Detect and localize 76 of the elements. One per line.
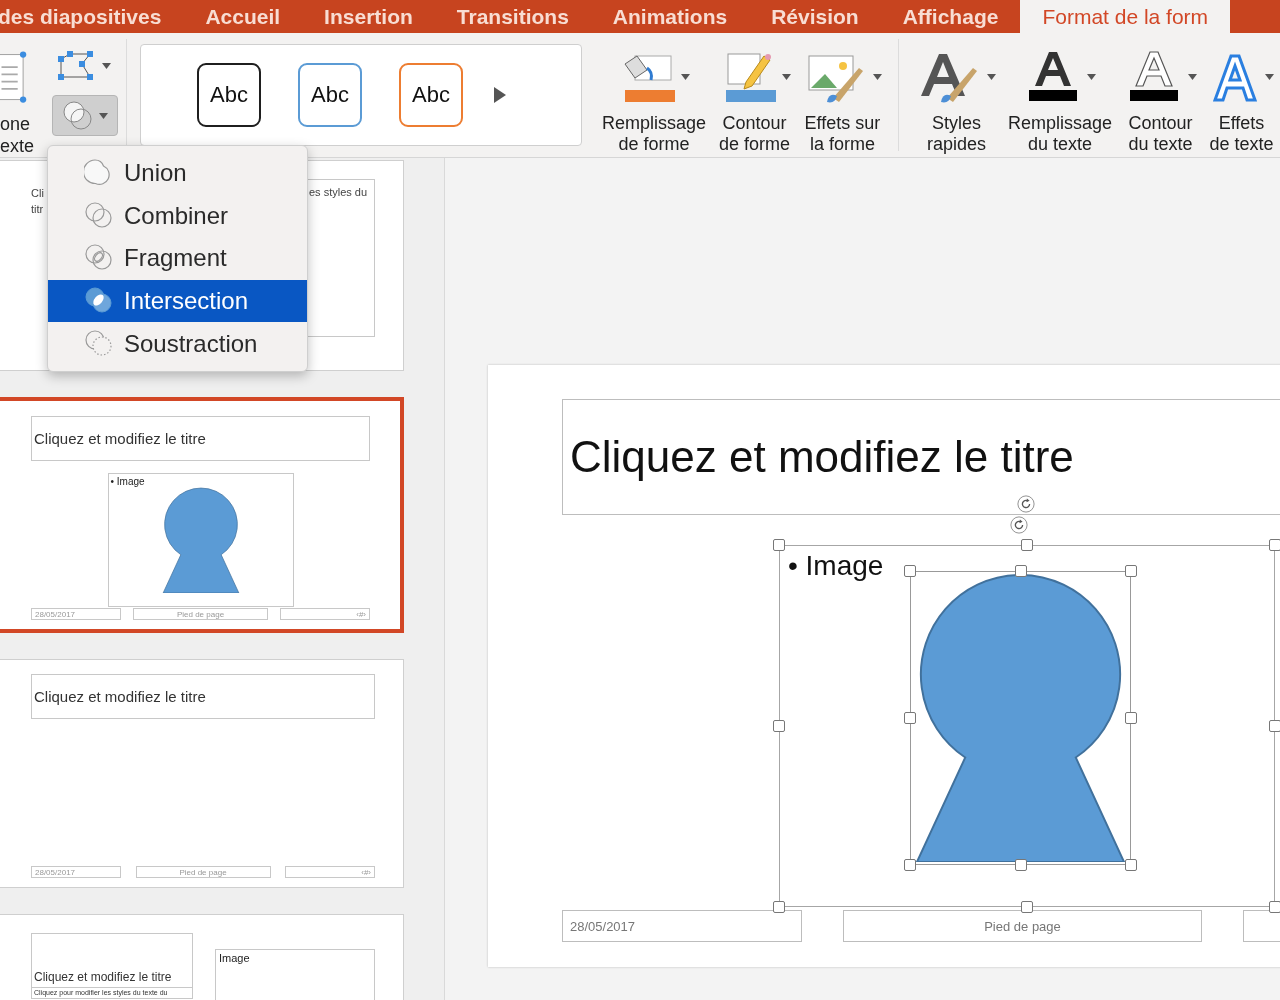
- resize-handle[interactable]: [1125, 859, 1137, 871]
- resize-handle[interactable]: [1021, 901, 1033, 913]
- ribbon-tab[interactable]: Affichage: [880, 0, 1021, 33]
- title-placeholder[interactable]: Cliquez et modifiez le titre: [562, 399, 1280, 515]
- combine-shapes-icon: [84, 200, 114, 231]
- ribbon-tab[interactable]: Accueil: [183, 0, 303, 33]
- ribbon-tab[interactable]: Insertion: [302, 0, 435, 33]
- text-box-label: one: [0, 113, 32, 135]
- play-arrow-icon[interactable]: [493, 87, 506, 103]
- resize-handle[interactable]: [1015, 565, 1027, 577]
- resize-handle[interactable]: [1269, 901, 1280, 913]
- date-field: 28/05/2017: [31, 866, 121, 878]
- date-field: 28/05/2017: [31, 608, 121, 620]
- resize-handle[interactable]: [773, 720, 785, 732]
- title-placeholder: Cliquez et modifiez le titre: [31, 674, 375, 719]
- content-placeholder: • Image: [107, 473, 294, 607]
- page-number-field: ‹#›: [280, 608, 370, 620]
- footer-field: Pied de page: [133, 608, 268, 620]
- shape-style-tile[interactable]: Abc: [196, 63, 261, 127]
- resize-handle[interactable]: [1021, 539, 1033, 551]
- menu-item[interactable]: Intersection: [48, 279, 307, 323]
- ribbon-tab[interactable]: Transitions: [434, 0, 591, 33]
- caret-icon: [872, 74, 882, 80]
- bullet-text: • Image: [788, 550, 884, 582]
- caret-icon: [1188, 74, 1197, 80]
- slide-thumbnail[interactable]: Cliquez et modifiez le titre • Image 28/05/2017 Pied de page ‹#›: [0, 397, 404, 633]
- resize-handle[interactable]: [773, 539, 785, 551]
- ribbon-tab[interactable]: Format de la form: [1020, 0, 1231, 33]
- resize-handle[interactable]: [1015, 859, 1027, 871]
- resize-handle[interactable]: [773, 901, 785, 913]
- title-text: Cli: [31, 186, 44, 201]
- footer-field: Pied de page: [843, 910, 1202, 942]
- resize-handle[interactable]: [1125, 712, 1137, 724]
- content-placeholder[interactable]: • Image: [779, 545, 1275, 907]
- body-text: es styles du: [309, 186, 368, 198]
- slide-thumbnail[interactable]: Cliquez et modifiez le titre 28/05/2017 Pied de page ‹#›: [0, 659, 404, 888]
- caret-icon: [1087, 74, 1097, 80]
- menu-item[interactable]: Union: [48, 152, 307, 195]
- rotate-handle-icon[interactable]: [1017, 495, 1035, 513]
- caret-icon: [1265, 74, 1274, 80]
- footer-field: Pied de page: [135, 866, 271, 878]
- resize-handle[interactable]: [1125, 565, 1137, 577]
- shape-style-tile[interactable]: Abc: [398, 63, 463, 127]
- caret-icon: [102, 63, 112, 69]
- ribbon-button[interactable]: Remplissage du texte: [1001, 33, 1118, 157]
- subtract-shapes-icon: [84, 328, 114, 359]
- merge-shapes-button[interactable]: [51, 95, 118, 136]
- caret-icon: [99, 112, 109, 119]
- ribbon-button[interactable]: Effets de texte: [1203, 33, 1280, 157]
- ribbon-tab[interactable]: Révision: [749, 0, 881, 33]
- text-box-label: exte: [0, 135, 35, 157]
- date-field: 28/05/2017: [562, 910, 802, 942]
- ribbon-tab[interactable]: Animations: [590, 0, 750, 33]
- menu-item[interactable]: Combiner: [48, 194, 307, 238]
- resize-handle[interactable]: [904, 859, 916, 871]
- ribbon-button[interactable]: Remplissage de forme: [595, 33, 712, 157]
- ribbon-button[interactable]: Contour du texte: [1118, 33, 1203, 157]
- page-number-field: ‹#›: [285, 866, 375, 878]
- menu-item[interactable]: Soustraction: [48, 322, 307, 365]
- caret-icon: [986, 74, 996, 80]
- ribbon-button[interactable]: Styles rapides: [910, 33, 1002, 157]
- ribbon-button[interactable]: Effets sur la forme: [796, 33, 888, 157]
- menu-item[interactable]: Fragment: [48, 237, 307, 280]
- picture-placeholder: Image: [215, 949, 375, 1000]
- resize-handle[interactable]: [904, 565, 916, 577]
- rotate-handle-icon[interactable]: [1010, 516, 1028, 534]
- caret-icon: [781, 74, 791, 80]
- shape-style-tile[interactable]: Abc: [297, 63, 362, 127]
- caret-icon: [681, 74, 691, 80]
- resize-handle[interactable]: [1269, 720, 1280, 732]
- ribbon-button[interactable]: Contour de forme: [711, 33, 797, 157]
- title-placeholder: Cliquez et modifiez le titre: [31, 416, 370, 461]
- title-text: titr: [31, 202, 44, 217]
- resize-handle[interactable]: [904, 712, 916, 724]
- resize-handle[interactable]: [1269, 539, 1280, 551]
- title-text: Cliquez et modifiez le titre: [33, 970, 173, 986]
